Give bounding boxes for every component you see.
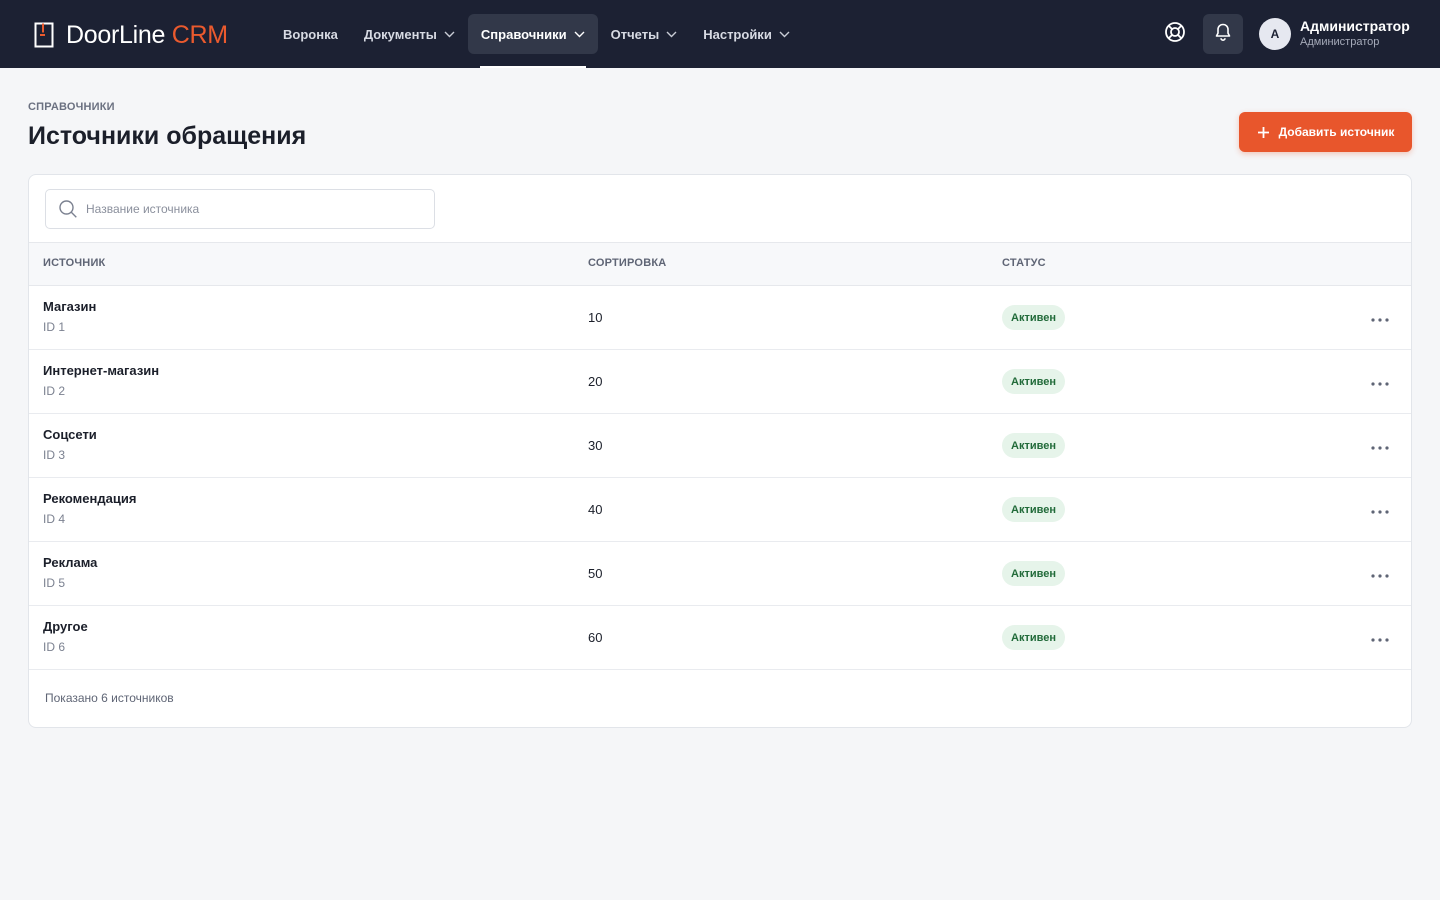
table-row[interactable]: Соцсети ID 3 30 Активен bbox=[29, 414, 1411, 478]
search-box bbox=[45, 189, 435, 229]
breadcrumb: СПРАВОЧНИКИ bbox=[28, 101, 115, 113]
more-horizontal-icon bbox=[1371, 373, 1389, 391]
row-actions-button[interactable] bbox=[1366, 306, 1394, 330]
help-button[interactable] bbox=[1155, 14, 1195, 54]
column-header-sort[interactable]: СОРТИРОВКА bbox=[588, 257, 666, 269]
bell-icon bbox=[1213, 22, 1233, 47]
status-badge: Активен bbox=[1002, 433, 1065, 458]
door-icon bbox=[34, 22, 54, 48]
nav-item-label: Справочники bbox=[480, 26, 567, 42]
column-header-source[interactable]: ИСТОЧНИК bbox=[43, 257, 105, 269]
source-id: ID 6 bbox=[43, 640, 66, 654]
row-actions-button[interactable] bbox=[1366, 562, 1394, 586]
table-row[interactable]: Другое ID 6 60 Активен bbox=[29, 606, 1411, 670]
chevron-down-icon bbox=[666, 31, 677, 38]
user-name: Администратор bbox=[1300, 18, 1410, 34]
row-actions-button[interactable] bbox=[1366, 498, 1394, 522]
page-title: Источники обращения bbox=[28, 122, 307, 150]
source-id: ID 4 bbox=[43, 512, 66, 526]
more-horizontal-icon bbox=[1371, 565, 1389, 583]
app-logo[interactable]: DoorLine CRM bbox=[34, 22, 228, 48]
lifebuoy-icon bbox=[1164, 21, 1186, 48]
add-source-button[interactable]: Добавить источник bbox=[1239, 112, 1412, 152]
search-input[interactable] bbox=[86, 202, 406, 216]
source-name: Рекомендация bbox=[43, 491, 137, 506]
more-horizontal-icon bbox=[1371, 501, 1389, 519]
sort-value: 40 bbox=[588, 502, 603, 517]
user-menu[interactable]: А Администратор Администратор bbox=[1259, 17, 1410, 51]
more-horizontal-icon bbox=[1371, 309, 1389, 327]
nav-item-label: Воронка bbox=[283, 26, 338, 42]
nav-item-funnel[interactable]: Воронка bbox=[270, 14, 351, 54]
table-row[interactable]: Рекомендация ID 4 40 Активен bbox=[29, 478, 1411, 542]
sort-value: 60 bbox=[588, 630, 603, 645]
sort-value: 50 bbox=[588, 566, 603, 581]
nav-item-references[interactable]: Справочники bbox=[467, 14, 598, 68]
main-nav: Воронка Документы Справочники Отчеты Нас… bbox=[270, 14, 803, 68]
add-source-button-label: Добавить источник bbox=[1278, 125, 1395, 139]
plus-icon bbox=[1257, 126, 1270, 139]
user-role: Администратор bbox=[1300, 36, 1380, 48]
source-id: ID 1 bbox=[43, 320, 66, 334]
more-horizontal-icon bbox=[1371, 437, 1389, 455]
nav-item-settings[interactable]: Настройки bbox=[690, 14, 803, 54]
table-footer-count: Показано 6 источников bbox=[45, 691, 174, 705]
nav-item-documents[interactable]: Документы bbox=[351, 14, 468, 54]
source-name: Магазин bbox=[43, 299, 97, 314]
source-id: ID 5 bbox=[43, 576, 66, 590]
status-badge: Активен bbox=[1002, 305, 1065, 330]
chevron-down-icon bbox=[444, 31, 455, 38]
row-actions-button[interactable] bbox=[1366, 434, 1394, 458]
sources-card: ИСТОЧНИК СОРТИРОВКА СТАТУС Магазин ID 1 … bbox=[28, 174, 1412, 728]
sort-value: 20 bbox=[588, 374, 603, 389]
more-horizontal-icon bbox=[1371, 629, 1389, 647]
search-icon bbox=[58, 199, 78, 219]
row-actions-button[interactable] bbox=[1366, 370, 1394, 394]
table-row[interactable]: Интернет-магазин ID 2 20 Активен bbox=[29, 350, 1411, 414]
sort-value: 10 bbox=[588, 310, 603, 325]
source-name: Интернет-магазин bbox=[43, 363, 160, 378]
status-badge: Активен bbox=[1002, 497, 1065, 522]
sort-value: 30 bbox=[588, 438, 603, 453]
top-navigation-bar: DoorLine CRM Воронка Документы Справочни… bbox=[0, 0, 1440, 68]
notifications-button[interactable] bbox=[1203, 14, 1243, 54]
source-id: ID 3 bbox=[43, 448, 66, 462]
nav-item-label: Настройки bbox=[703, 26, 772, 42]
row-actions-button[interactable] bbox=[1366, 626, 1394, 650]
status-badge: Активен bbox=[1002, 369, 1065, 394]
source-name: Соцсети bbox=[43, 427, 97, 442]
chevron-down-icon bbox=[574, 31, 585, 38]
logo-text: DoorLine CRM bbox=[66, 21, 228, 49]
nav-item-reports[interactable]: Отчеты bbox=[598, 14, 691, 54]
status-badge: Активен bbox=[1002, 561, 1065, 586]
table-row[interactable]: Реклама ID 5 50 Активен bbox=[29, 542, 1411, 606]
table-row[interactable]: Магазин ID 1 10 Активен bbox=[29, 286, 1411, 350]
source-name: Другое bbox=[43, 619, 88, 634]
table-header: ИСТОЧНИК СОРТИРОВКА СТАТУС bbox=[29, 242, 1411, 286]
column-header-status[interactable]: СТАТУС bbox=[1002, 257, 1046, 269]
status-badge: Активен bbox=[1002, 625, 1065, 650]
nav-item-label: Документы bbox=[363, 26, 437, 42]
source-name: Реклама bbox=[43, 555, 98, 570]
avatar: А bbox=[1259, 18, 1291, 50]
source-id: ID 2 bbox=[43, 384, 66, 398]
nav-item-label: Отчеты bbox=[610, 26, 660, 42]
chevron-down-icon bbox=[779, 31, 790, 38]
